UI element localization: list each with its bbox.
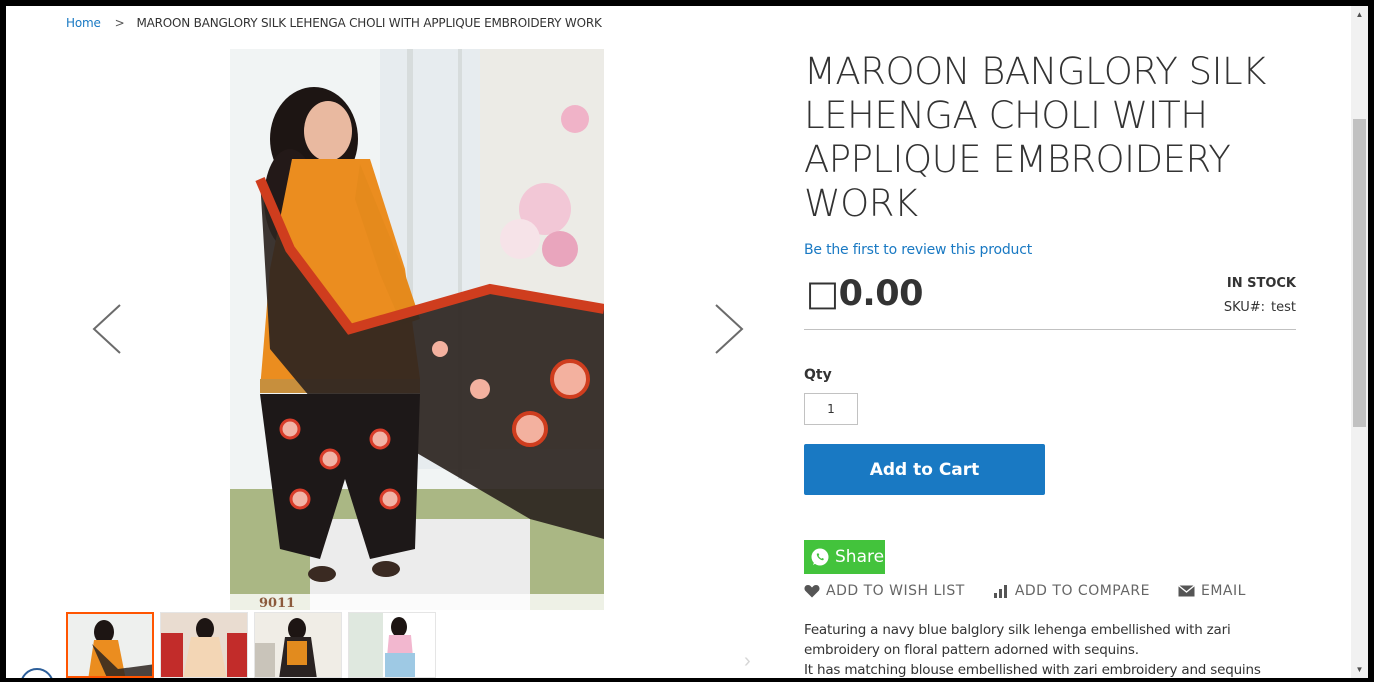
share-label: Share xyxy=(835,547,885,567)
product-photo xyxy=(230,49,604,610)
thumbnail-strip xyxy=(66,612,436,678)
compare-label: ADD TO COMPARE xyxy=(1014,583,1150,599)
add-to-compare-link[interactable]: ADD TO COMPARE xyxy=(993,583,1150,599)
chevron-right-icon xyxy=(715,304,744,354)
gallery-prev-arrow[interactable] xyxy=(90,303,126,355)
thumbnail[interactable] xyxy=(66,612,154,678)
product-info: MAROON BANGLORY SILK LEHENGA CHOLI WITH … xyxy=(804,6,1296,678)
product-main-image[interactable] xyxy=(230,49,604,610)
chat-widget-icon[interactable] xyxy=(20,668,54,678)
scroll-up-arrow-icon[interactable]: ▲ xyxy=(1351,6,1368,23)
thumbnails-next-icon[interactable]: › xyxy=(744,650,751,673)
heart-icon xyxy=(804,585,820,598)
thumbnail[interactable] xyxy=(254,612,342,678)
thumbnail-image xyxy=(161,613,247,677)
qty-input[interactable] xyxy=(804,393,858,425)
review-link[interactable]: Be the first to review this product xyxy=(804,242,1032,258)
thumbnail[interactable] xyxy=(348,612,436,678)
stock-status: IN STOCK xyxy=(1226,276,1296,291)
thumbnail[interactable] xyxy=(160,612,248,678)
price-box: □0.00 IN STOCK SKU#: test xyxy=(804,272,1296,330)
whatsapp-icon xyxy=(811,548,829,566)
sku: SKU#: test xyxy=(1224,300,1296,315)
image-caption: 9011 xyxy=(259,596,296,611)
sku-value: test xyxy=(1271,300,1296,315)
email-link[interactable]: EMAIL xyxy=(1178,583,1246,599)
product-actions: ADD TO WISH LIST ADD TO COMPARE EMAIL xyxy=(804,581,1274,601)
description-line: Featuring a navy blue balglory silk lehe… xyxy=(804,622,1231,638)
wishlist-label: ADD TO WISH LIST xyxy=(826,583,965,599)
add-to-wishlist-link[interactable]: ADD TO WISH LIST xyxy=(804,583,965,599)
sku-label: SKU#: xyxy=(1223,300,1266,315)
add-to-cart-button[interactable]: Add to Cart xyxy=(804,444,1045,495)
email-label: EMAIL xyxy=(1201,583,1246,599)
product-title: MAROON BANGLORY SILK LEHENGA CHOLI WITH … xyxy=(804,50,1266,225)
scroll-down-arrow-icon[interactable]: ▼ xyxy=(1351,661,1368,678)
scrollbar-thumb[interactable] xyxy=(1353,119,1366,427)
qty-label: Qty xyxy=(804,367,832,383)
chevron-left-icon xyxy=(92,304,121,354)
compare-icon xyxy=(993,585,1007,598)
description-line: embroidery on floral pattern adorned wit… xyxy=(804,642,1139,658)
thumbnail-image xyxy=(255,613,341,677)
product-description: Featuring a navy blue balglory silk lehe… xyxy=(804,620,1296,678)
thumbnail-image xyxy=(349,613,435,677)
product-price: □0.00 xyxy=(806,274,923,314)
whatsapp-share-button[interactable]: Share xyxy=(804,540,885,574)
thumbnail-image xyxy=(68,614,152,676)
envelope-icon xyxy=(1178,585,1195,597)
page: Home > MAROON BANGLORY SILK LEHENGA CHOL… xyxy=(6,6,1368,678)
product-gallery: 9011 › xyxy=(6,6,766,678)
gallery-next-arrow[interactable] xyxy=(710,303,746,355)
description-line: It has matching blouse embellished with … xyxy=(804,662,1261,678)
vertical-scrollbar[interactable]: ▲ ▼ xyxy=(1351,6,1368,678)
